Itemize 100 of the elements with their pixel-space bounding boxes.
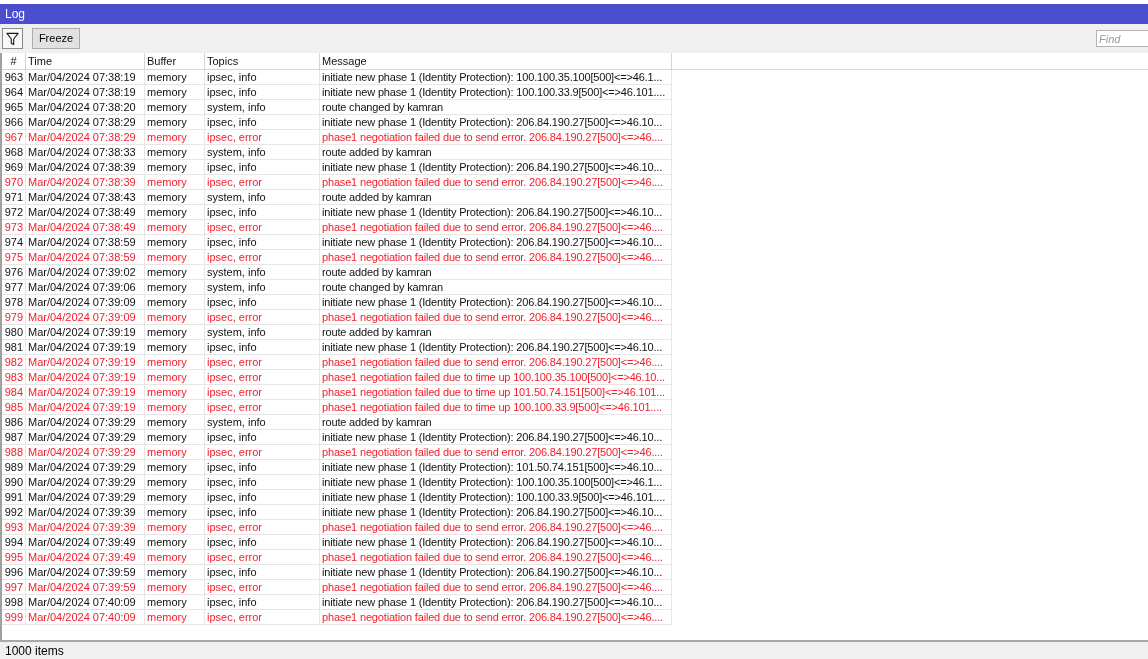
table-cell: route added by kamran (320, 145, 672, 160)
table-cell: Mar/04/2024 07:39:19 (26, 400, 145, 415)
table-cell: system, info (205, 265, 320, 280)
table-cell: ipsec, error (205, 385, 320, 400)
table-cell: memory (145, 280, 205, 295)
table-cell: system, info (205, 280, 320, 295)
table-cell: Mar/04/2024 07:38:49 (26, 205, 145, 220)
table-cell: Mar/04/2024 07:38:59 (26, 235, 145, 250)
column-header[interactable]: Message (320, 53, 672, 69)
table-cell: ipsec, info (205, 205, 320, 220)
filter-button[interactable] (2, 28, 23, 49)
table-cell: 973 (2, 220, 26, 235)
table-cell: 999 (2, 610, 26, 625)
table-cell: 982 (2, 355, 26, 370)
table-cell: ipsec, error (205, 580, 320, 595)
table-cell: ipsec, error (205, 250, 320, 265)
table-cell: 978 (2, 295, 26, 310)
table-cell: ipsec, error (205, 520, 320, 535)
table-cell: ipsec, error (205, 355, 320, 370)
table-cell: initiate new phase 1 (Identity Protection): 101.50.74.151[500]<=>46.10... (320, 460, 672, 475)
table-cell: memory (145, 265, 205, 280)
table-cell: ipsec, info (205, 235, 320, 250)
table-cell: 981 (2, 340, 26, 355)
table-cell: phase1 negotiation failed due to send error. 206.84.190.27[500]<=>46.... (320, 520, 672, 535)
table-cell: Mar/04/2024 07:39:29 (26, 415, 145, 430)
table-cell: phase1 negotiation failed due to send error. 206.84.190.27[500]<=>46.... (320, 310, 672, 325)
table-cell: Mar/04/2024 07:39:39 (26, 505, 145, 520)
table-cell: Mar/04/2024 07:38:43 (26, 190, 145, 205)
table-cell: Mar/04/2024 07:39:29 (26, 445, 145, 460)
table-cell: 980 (2, 325, 26, 340)
table-cell: Mar/04/2024 07:38:59 (26, 250, 145, 265)
table-cell: 996 (2, 565, 26, 580)
column-header[interactable]: Topics (205, 53, 320, 69)
table-cell: 966 (2, 115, 26, 130)
table-cell: phase1 negotiation failed due to send error. 206.84.190.27[500]<=>46.... (320, 550, 672, 565)
table-cell: initiate new phase 1 (Identity Protection): 206.84.190.27[500]<=>46.10... (320, 430, 672, 445)
table-cell: memory (145, 115, 205, 130)
table-cell: 969 (2, 160, 26, 175)
table-cell: Mar/04/2024 07:38:20 (26, 100, 145, 115)
table-cell: ipsec, error (205, 610, 320, 625)
table-cell: ipsec, info (205, 490, 320, 505)
table-cell: route added by kamran (320, 415, 672, 430)
table-cell: ipsec, info (205, 85, 320, 100)
table-cell: 976 (2, 265, 26, 280)
table-cell: ipsec, error (205, 400, 320, 415)
table-cell: ipsec, error (205, 310, 320, 325)
table-cell: phase1 negotiation failed due to send error. 206.84.190.27[500]<=>46.... (320, 355, 672, 370)
table-cell: system, info (205, 190, 320, 205)
table-cell: Mar/04/2024 07:39:49 (26, 535, 145, 550)
table-cell: Mar/04/2024 07:39:09 (26, 295, 145, 310)
table-cell: ipsec, info (205, 340, 320, 355)
table-cell: 995 (2, 550, 26, 565)
find-field[interactable]: Find (1096, 30, 1148, 47)
table-cell: memory (145, 400, 205, 415)
table-cell: memory (145, 550, 205, 565)
table-cell: initiate new phase 1 (Identity Protection): 100.100.35.100[500]<=>46.1... (320, 475, 672, 490)
table-cell: initiate new phase 1 (Identity Protection): 100.100.35.100[500]<=>46.1... (320, 70, 672, 85)
table-cell: memory (145, 505, 205, 520)
table-cell: memory (145, 445, 205, 460)
table-cell: Mar/04/2024 07:38:19 (26, 85, 145, 100)
column-header[interactable]: Time (26, 53, 145, 69)
table-cell: Mar/04/2024 07:38:19 (26, 70, 145, 85)
freeze-button[interactable]: Freeze (32, 28, 80, 49)
table-cell: Mar/04/2024 07:38:33 (26, 145, 145, 160)
table-cell: initiate new phase 1 (Identity Protection): 206.84.190.27[500]<=>46.10... (320, 115, 672, 130)
table-cell: Mar/04/2024 07:39:19 (26, 340, 145, 355)
table-cell: 974 (2, 235, 26, 250)
table-cell: memory (145, 595, 205, 610)
table-cell: 988 (2, 445, 26, 460)
table-cell: 975 (2, 250, 26, 265)
table-cell: memory (145, 565, 205, 580)
table-cell: Mar/04/2024 07:39:29 (26, 430, 145, 445)
table-cell: 972 (2, 205, 26, 220)
table-cell: route changed by kamran (320, 100, 672, 115)
table-cell: Mar/04/2024 07:39:02 (26, 265, 145, 280)
table-cell: memory (145, 430, 205, 445)
table-cell: system, info (205, 100, 320, 115)
table-cell: system, info (205, 415, 320, 430)
table-cell: 993 (2, 520, 26, 535)
table-cell: initiate new phase 1 (Identity Protection): 206.84.190.27[500]<=>46.10... (320, 565, 672, 580)
table-cell: Mar/04/2024 07:40:09 (26, 595, 145, 610)
table-cell: ipsec, info (205, 535, 320, 550)
table-cell: Mar/04/2024 07:39:06 (26, 280, 145, 295)
column-header[interactable]: Buffer (145, 53, 205, 69)
table-cell: memory (145, 460, 205, 475)
table-cell: Mar/04/2024 07:38:29 (26, 130, 145, 145)
table-cell: memory (145, 520, 205, 535)
table-cell: route changed by kamran (320, 280, 672, 295)
table-cell: ipsec, info (205, 70, 320, 85)
table-cell: system, info (205, 145, 320, 160)
table-cell: route added by kamran (320, 190, 672, 205)
table-cell: ipsec, error (205, 445, 320, 460)
table-cell: memory (145, 160, 205, 175)
table-cell: memory (145, 310, 205, 325)
table-cell: 968 (2, 145, 26, 160)
table-cell: Mar/04/2024 07:39:19 (26, 370, 145, 385)
table-cell: memory (145, 145, 205, 160)
column-header[interactable]: # (2, 53, 26, 69)
table-cell: ipsec, info (205, 505, 320, 520)
table-cell: phase1 negotiation failed due to send error. 206.84.190.27[500]<=>46.... (320, 220, 672, 235)
